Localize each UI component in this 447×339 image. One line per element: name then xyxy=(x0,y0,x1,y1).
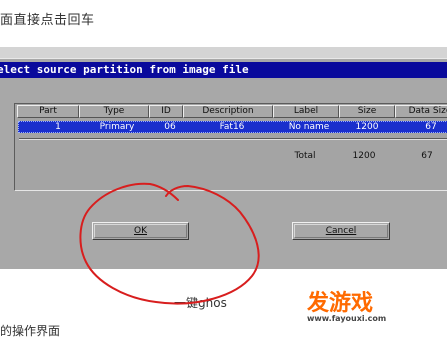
column-header-id[interactable]: ID xyxy=(149,105,183,118)
cell-id: 06 xyxy=(164,122,176,132)
column-header-type[interactable]: Type xyxy=(79,105,149,118)
image-caption: 一键ghos xyxy=(174,296,227,310)
cancel-button[interactable]: Cancel xyxy=(292,222,390,240)
cell-type: Primary xyxy=(99,122,135,132)
cell-data-size: 67 xyxy=(425,122,437,132)
total-data-size: 67 xyxy=(421,151,433,161)
dialog-title: elect source partition from image file xyxy=(0,63,249,76)
column-header-data-size[interactable]: Data Size xyxy=(395,105,447,118)
cell-description: Fat16 xyxy=(219,122,245,132)
total-label: Total xyxy=(294,151,316,161)
partition-list[interactable]: Part Type ID Description Label Size Data… xyxy=(14,103,447,191)
cell-label: No name xyxy=(288,122,330,132)
column-header-description[interactable]: Description xyxy=(183,105,273,118)
watermark-logo: 发游戏 xyxy=(307,291,374,316)
total-size: 1200 xyxy=(352,151,376,161)
cell-size: 1200 xyxy=(355,122,379,132)
dialog-titlebar: elect source partition from image file xyxy=(0,62,447,78)
column-header-part[interactable]: Part xyxy=(17,105,79,118)
article-bottom-text: 的操作界面 xyxy=(0,324,61,338)
ghost-dialog: elect source partition from image file P… xyxy=(0,58,447,269)
partition-row-selected[interactable]: 1 Primary 06 Fat16 No name 1200 67 xyxy=(18,121,447,133)
column-header-label[interactable]: Label xyxy=(273,105,339,118)
watermark-url: www.fayouxi.com xyxy=(307,314,387,323)
column-header-size[interactable]: Size xyxy=(339,105,395,118)
ok-button[interactable]: OK xyxy=(92,222,189,240)
article-top-text: 面直接点击回车 xyxy=(0,13,95,28)
total-separator xyxy=(19,138,447,140)
